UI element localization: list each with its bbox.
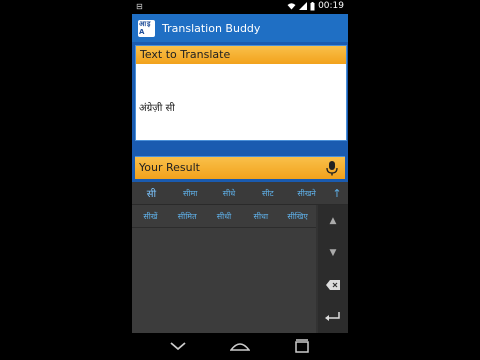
suggestion-item[interactable]: सीमित — [169, 211, 206, 222]
main-content: Text to Translate अंग्रेज़ी सी Your Resu… — [132, 42, 348, 182]
enter-icon[interactable] — [318, 301, 348, 333]
suggestion-item[interactable]: सीखने — [287, 188, 326, 199]
result-bar: Your Result — [135, 156, 345, 179]
suggestion-row-2: सीखें सीमित सीधी सीधा सीखिए — [132, 205, 316, 228]
input-panel[interactable]: Text to Translate अंग्रेज़ी सी — [135, 45, 347, 141]
suggestion-item[interactable]: सीखें — [132, 211, 169, 222]
wifi-icon — [287, 3, 296, 10]
nav-recents-icon[interactable] — [292, 338, 312, 354]
input-text[interactable]: अंग्रेज़ी सी — [139, 100, 175, 114]
arrow-up-icon[interactable]: ↑ — [326, 187, 348, 200]
result-label: Your Result — [139, 161, 200, 174]
suggestion-item[interactable]: सी — [132, 186, 171, 200]
signal-icon — [299, 2, 308, 10]
app-logo: आ इ A — [138, 19, 155, 37]
suggestion-row: सी सीमा सीधे सीट सीखने ↑ — [132, 182, 348, 205]
status-bar: ⊟ 00:19 — [132, 0, 348, 14]
phone-screen: ⊟ 00:19 आ इ A Translation Buddy Text to … — [132, 0, 348, 360]
keyboard: सी सीमा सीधे सीट सीखने ↑ सीखें सीमित सीध… — [132, 182, 348, 333]
app-title: Translation Buddy — [162, 21, 261, 35]
backspace-icon[interactable] — [318, 269, 348, 301]
suggestion-item[interactable]: सीधी — [206, 211, 243, 222]
input-header: Text to Translate — [136, 46, 346, 64]
suggestion-item[interactable]: सीधा — [242, 211, 279, 222]
status-time: 00:19 — [318, 1, 344, 11]
suggestion-item[interactable]: सीखिए — [279, 211, 316, 222]
nav-back-icon[interactable] — [168, 338, 188, 354]
mic-icon[interactable] — [325, 160, 339, 176]
app-bar: आ इ A Translation Buddy — [132, 14, 348, 42]
scroll-up-icon[interactable]: ▲ — [318, 205, 348, 237]
logo-glyph-bottom: A — [139, 27, 145, 36]
notification-icon: ⊟ — [136, 2, 143, 11]
battery-icon — [310, 1, 315, 10]
side-keys: ▲ ▼ — [318, 205, 348, 333]
nav-home-icon[interactable] — [230, 338, 250, 354]
suggestion-item[interactable]: सीमा — [171, 188, 210, 199]
suggestion-item[interactable]: सीट — [248, 188, 287, 199]
scroll-down-icon[interactable]: ▼ — [318, 237, 348, 269]
suggestion-grid: सीखें सीमित सीधी सीधा सीखिए — [132, 205, 316, 333]
suggestion-item[interactable]: सीधे — [210, 188, 249, 199]
nav-bar — [132, 333, 348, 360]
logo-glyph-right: इ — [147, 19, 151, 28]
